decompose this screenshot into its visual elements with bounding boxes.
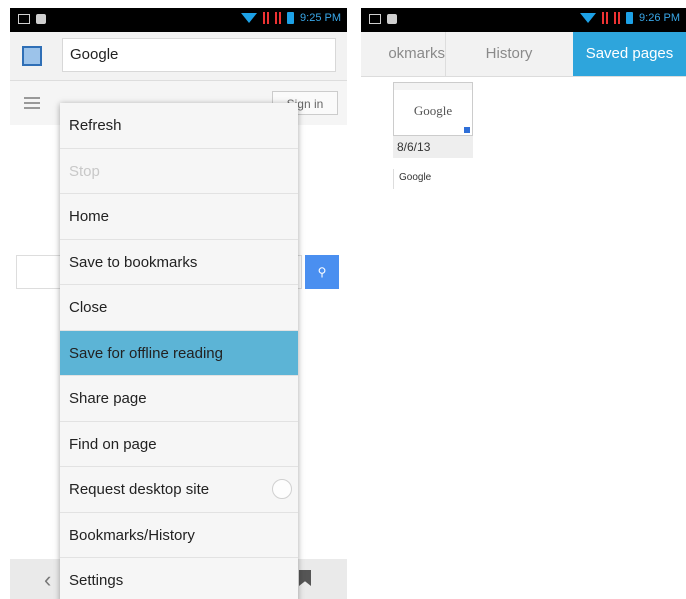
status-time: 9:26 PM [639, 12, 680, 24]
menu-item-save-to-bookmarks[interactable]: Save to bookmarks [60, 240, 298, 285]
menu-item-save-offline[interactable]: Save for offline reading [60, 330, 298, 376]
signal-icon [263, 12, 270, 24]
status-bar: 9:25 PM [10, 8, 347, 32]
wifi-icon [241, 13, 258, 23]
menu-item-request-desktop-site[interactable]: Request desktop site [60, 467, 298, 513]
battery-icon [287, 12, 295, 24]
desktop-site-toggle[interactable] [272, 479, 292, 499]
url-bar: Google [10, 32, 347, 81]
saved-page-title: Google [393, 169, 431, 189]
browser-screen-menu: 9:25 PM Google Sign in ⚲ ‹ Refresh Stop … [10, 8, 347, 599]
menu-item-home[interactable]: Home [60, 194, 298, 240]
search-icon[interactable]: ⚲ [305, 255, 339, 289]
tab-history[interactable]: History [446, 32, 572, 76]
corner-badge-icon [464, 127, 470, 133]
gallery-icon [369, 14, 381, 24]
menu-item-stop: Stop [60, 149, 298, 194]
back-icon[interactable]: ‹ [44, 567, 51, 593]
battery-icon [626, 12, 634, 24]
menu-item-refresh[interactable]: Refresh [60, 103, 298, 149]
tab-bar: okmarks History Saved pages [361, 32, 686, 77]
wifi-icon [580, 13, 597, 23]
google-logo: Google [413, 103, 453, 118]
menu-item-share-page[interactable]: Share page [60, 376, 298, 422]
menu-item-close[interactable]: Close [60, 285, 298, 331]
overflow-menu: Refresh Stop Home Save to bookmarks Clos… [60, 103, 298, 599]
signal-icon [275, 12, 282, 24]
url-input[interactable]: Google [62, 38, 336, 72]
menu-item-find-on-page[interactable]: Find on page [60, 422, 298, 467]
saved-pages-screen: 9:26 PM okmarks History Saved pages Goog… [361, 8, 686, 599]
menu-item-bookmarks-history[interactable]: Bookmarks/History [60, 513, 298, 558]
signal-icon [602, 12, 609, 24]
notification-icon [36, 14, 46, 24]
signal-icon [614, 12, 621, 24]
gallery-icon [18, 14, 30, 24]
tab-bookmarks[interactable]: okmarks [361, 32, 446, 76]
hamburger-icon[interactable] [24, 97, 40, 109]
bookmark-icon[interactable] [299, 570, 311, 586]
notification-icon [387, 14, 397, 24]
tab-saved-pages[interactable]: Saved pages [573, 32, 686, 76]
status-time: 9:25 PM [300, 12, 341, 24]
status-bar: 9:26 PM [361, 8, 686, 32]
saved-page-date: 8/6/13 [393, 136, 473, 158]
menu-item-settings[interactable]: Settings [60, 558, 298, 599]
saved-page-thumbnail[interactable]: Google [393, 82, 473, 136]
site-icon[interactable] [22, 46, 42, 66]
